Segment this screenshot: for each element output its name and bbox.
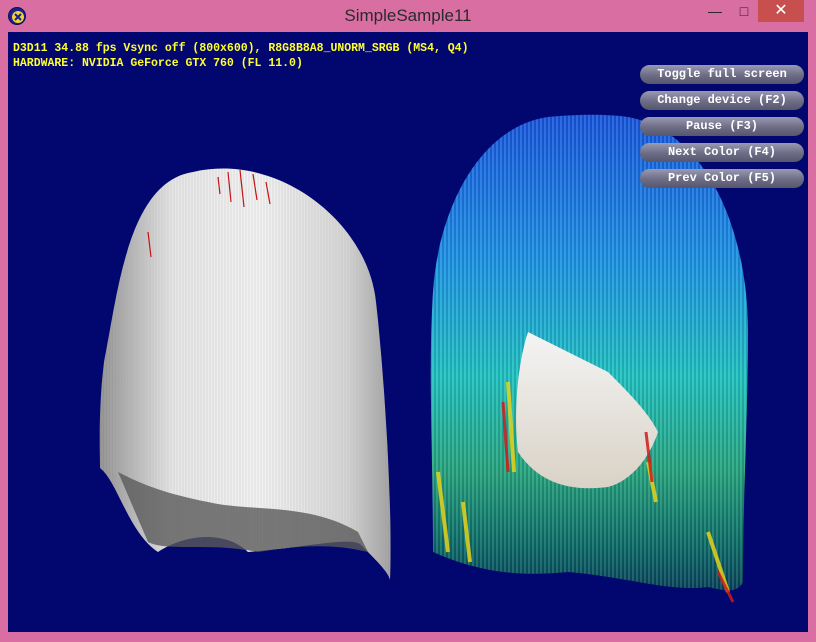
stats-overlay: D3D11 34.88 fps Vsync off (800x600), R8G… [13, 41, 468, 71]
stats-line-2: HARDWARE: NVIDIA GeForce GTX 760 (FL 11.… [13, 57, 303, 70]
change-device-button[interactable]: Change device (F2) [640, 91, 804, 110]
next-color-button[interactable]: Next Color (F4) [640, 143, 804, 162]
stats-line-1: D3D11 34.88 fps Vsync off (800x600), R8G… [13, 42, 469, 55]
white-hair-model [99, 168, 391, 580]
pause-button[interactable]: Pause (F3) [640, 117, 804, 136]
close-button[interactable]: ✕ [758, 0, 804, 22]
title-bar[interactable]: SimpleSample11 — □ ✕ [0, 0, 816, 32]
toggle-fullscreen-button[interactable]: Toggle full screen [640, 65, 804, 84]
window-title: SimpleSample11 [344, 6, 472, 25]
prev-color-button[interactable]: Prev Color (F5) [640, 169, 804, 188]
app-window: SimpleSample11 — □ ✕ D3D11 34.88 fps Vsy… [0, 0, 816, 642]
minimize-button[interactable]: — [700, 0, 730, 22]
maximize-button[interactable]: □ [730, 0, 758, 22]
render-viewport[interactable]: D3D11 34.88 fps Vsync off (800x600), R8G… [8, 32, 808, 632]
